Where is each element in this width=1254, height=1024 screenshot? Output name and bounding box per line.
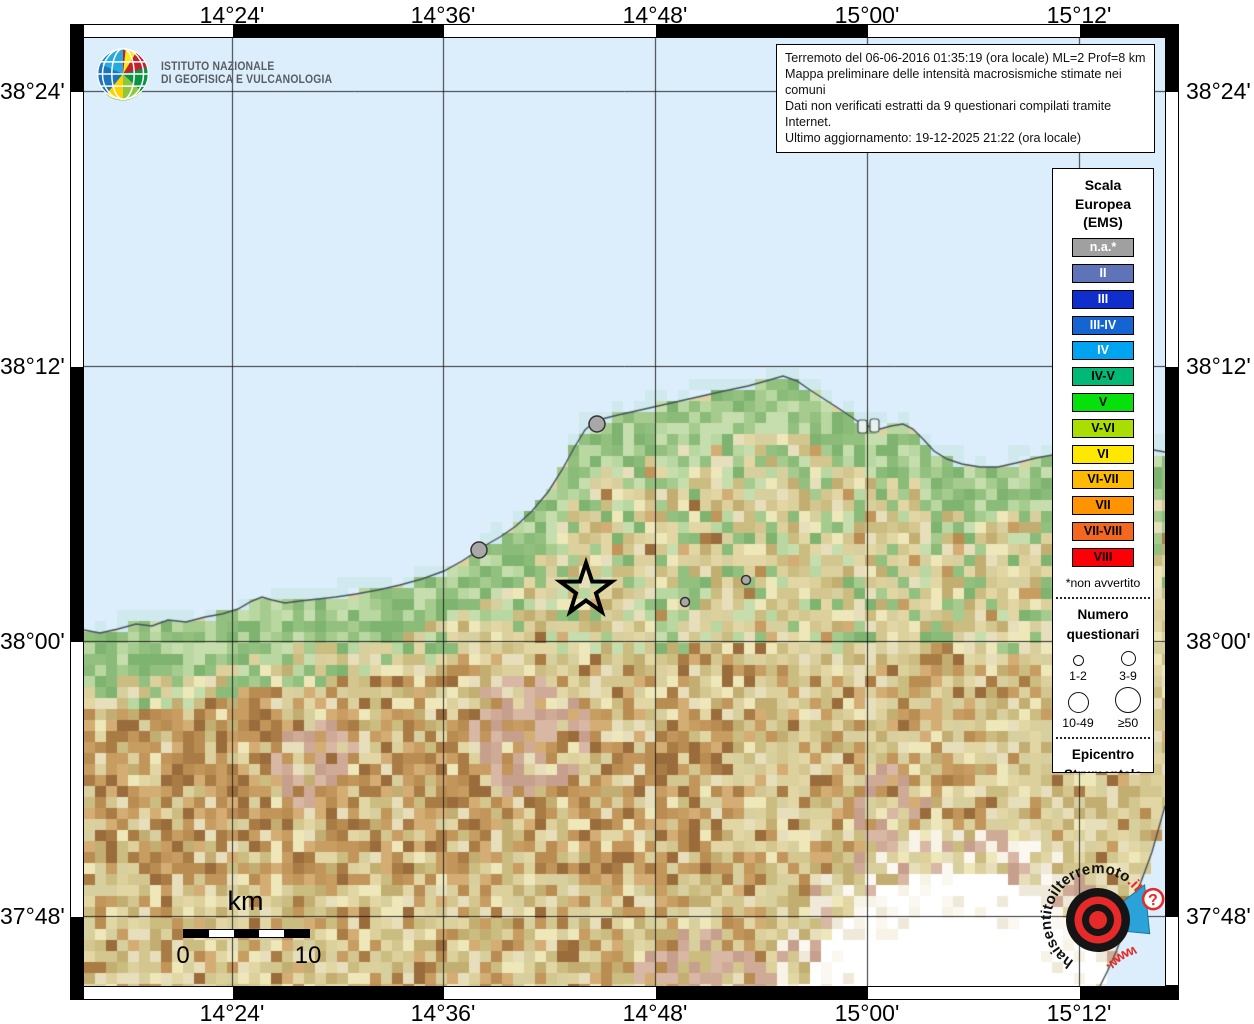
question-badge-glyph: ? <box>1148 892 1160 910</box>
axis-label-top-4: 15°12' <box>1019 2 1139 29</box>
legend-separator-2 <box>1056 737 1150 739</box>
axis-label-left-3: 37°48' <box>0 902 62 930</box>
axis-label-left-0: 38°24' <box>0 77 62 105</box>
scalebar-start: 0 <box>169 942 197 970</box>
epicenter-title-line1: Epicentro <box>1053 745 1153 765</box>
axis-label-right-3: 37°48' <box>1186 902 1254 930</box>
questionnaire-size--50: ≥50 <box>1103 687 1153 730</box>
questionnaire-size-grid: 1-2 3-9 10-49 ≥50 <box>1053 651 1153 730</box>
scalebar-unit: km <box>183 886 308 917</box>
frame-segment <box>71 25 83 92</box>
legend-box: Scala Europea (EMS) n.a.*IIIIIIII-IVIVIV… <box>1052 168 1154 773</box>
intensity-swatch-iv: IV <box>1072 341 1134 360</box>
axis-label-top-2: 14°48' <box>595 2 715 29</box>
axis-label-bottom-0: 14°24' <box>172 1000 292 1024</box>
axis-label-top-0: 14°24' <box>172 2 292 29</box>
frame-segment <box>1166 25 1178 92</box>
axis-label-bottom-1: 14°36' <box>383 1000 503 1024</box>
questionnaire-title-line1: Numero <box>1053 605 1153 625</box>
questionnaire-size-label: 3-9 <box>1119 669 1137 683</box>
scalebar <box>183 929 310 938</box>
axis-label-top-1: 14°36' <box>383 2 503 29</box>
legend-footnote: *non avvertito <box>1053 576 1153 590</box>
intensity-swatch-ii: II <box>1072 264 1134 283</box>
questionnaire-size-circle <box>1068 692 1089 713</box>
intensity-swatch-v: V <box>1072 393 1134 412</box>
intensity-swatch-iii: III <box>1072 290 1134 309</box>
intensity-swatch-vii: VII <box>1072 496 1134 515</box>
legend-title-line3: (EMS) <box>1053 213 1153 232</box>
info-line-data-note: Dati non verificati estratti da 9 questi… <box>785 98 1146 130</box>
intensity-swatch-iv-v: IV-V <box>1072 367 1134 386</box>
intensity-swatch-v-vi: V-VI <box>1072 419 1134 438</box>
macroseismic-map-page: 14°24' 14°36' 14°48' 15°00' 15°12' 14°24' 14°3… <box>0 0 1254 1024</box>
axis-label-top-3: 15°00' <box>807 2 927 29</box>
questionnaire-title-line2: questionari <box>1053 625 1153 645</box>
legend-title-line2: Europea <box>1053 195 1153 214</box>
axis-label-right-0: 38°24' <box>1186 77 1254 105</box>
intensity-swatch-vi: VI <box>1072 445 1134 464</box>
terrain-map-canvas <box>84 38 1165 986</box>
questionnaire-size-3-9: 3-9 <box>1103 651 1153 683</box>
axis-label-bottom-2: 14°48' <box>595 1000 715 1024</box>
questionnaire-size-label: 1-2 <box>1069 669 1087 683</box>
questionnaire-size-10-49: 10-49 <box>1053 687 1103 730</box>
map-frame-left <box>70 24 84 1000</box>
intensity-swatch-vi-vii: VI-VII <box>1072 470 1134 489</box>
ingv-globe-icon <box>95 46 151 102</box>
questionnaire-size-1-2: 1-2 <box>1053 651 1103 683</box>
info-line-map-type: Mappa preliminare delle intensità macros… <box>785 66 1146 98</box>
intensity-swatch-n-a-: n.a.* <box>1072 238 1134 257</box>
questionnaire-size-circle <box>1073 655 1084 666</box>
haisentitoilterremoto-watermark: ? haisentitoilterremoto.it www. <box>1008 834 1188 1014</box>
ingv-logo-line1: ISTITUTO NAZIONALE <box>161 61 332 75</box>
frame-segment <box>71 917 83 999</box>
axis-label-left-1: 38°12' <box>0 352 62 380</box>
scalebar-end: 10 <box>292 942 324 970</box>
event-info-box: Terremoto del 06-06-2016 01:35:19 (ora l… <box>776 44 1155 153</box>
questionnaire-size-label: 10-49 <box>1062 716 1093 730</box>
axis-label-bottom-3: 15°00' <box>807 1000 927 1024</box>
ingv-logo-line2: DI GEOFISICA E VULCANOLOGIA <box>161 74 332 88</box>
frame-segment <box>233 987 444 999</box>
legend-title-line1: Scala <box>1053 176 1153 195</box>
questionnaire-size-circle <box>1121 651 1136 666</box>
questionnaire-size-circle <box>1115 687 1141 713</box>
ingv-logo-text: ISTITUTO NAZIONALE DI GEOFISICA E VULCAN… <box>161 61 332 88</box>
legend-separator-1 <box>1056 597 1150 599</box>
intensity-swatch-viii: VIII <box>1072 548 1134 567</box>
questionnaire-size-label: ≥50 <box>1118 716 1138 730</box>
axis-label-right-1: 38°12' <box>1186 352 1254 380</box>
frame-segment <box>656 987 868 999</box>
axis-label-right-2: 38°00' <box>1186 627 1254 655</box>
info-line-event: Terremoto del 06-06-2016 01:35:19 (ora l… <box>785 50 1146 66</box>
frame-segment <box>71 367 83 642</box>
intensity-swatch-iii-iv: III-IV <box>1072 316 1134 335</box>
intensity-swatch-vii-viii: VII-VIII <box>1072 522 1134 541</box>
epicenter-title-line2: Strumentale <box>1053 765 1153 773</box>
info-line-updated: Ultimo aggiornamento: 19-12-2025 21:22 (… <box>785 130 1146 146</box>
axis-label-left-2: 38°00' <box>0 627 62 655</box>
intensity-scale-list: n.a.*IIIIIIII-IVIVIV-VVV-VIVIVI-VIIVIIVI… <box>1053 238 1153 567</box>
ingv-logo: ISTITUTO NAZIONALE DI GEOFISICA E VULCAN… <box>95 46 351 102</box>
